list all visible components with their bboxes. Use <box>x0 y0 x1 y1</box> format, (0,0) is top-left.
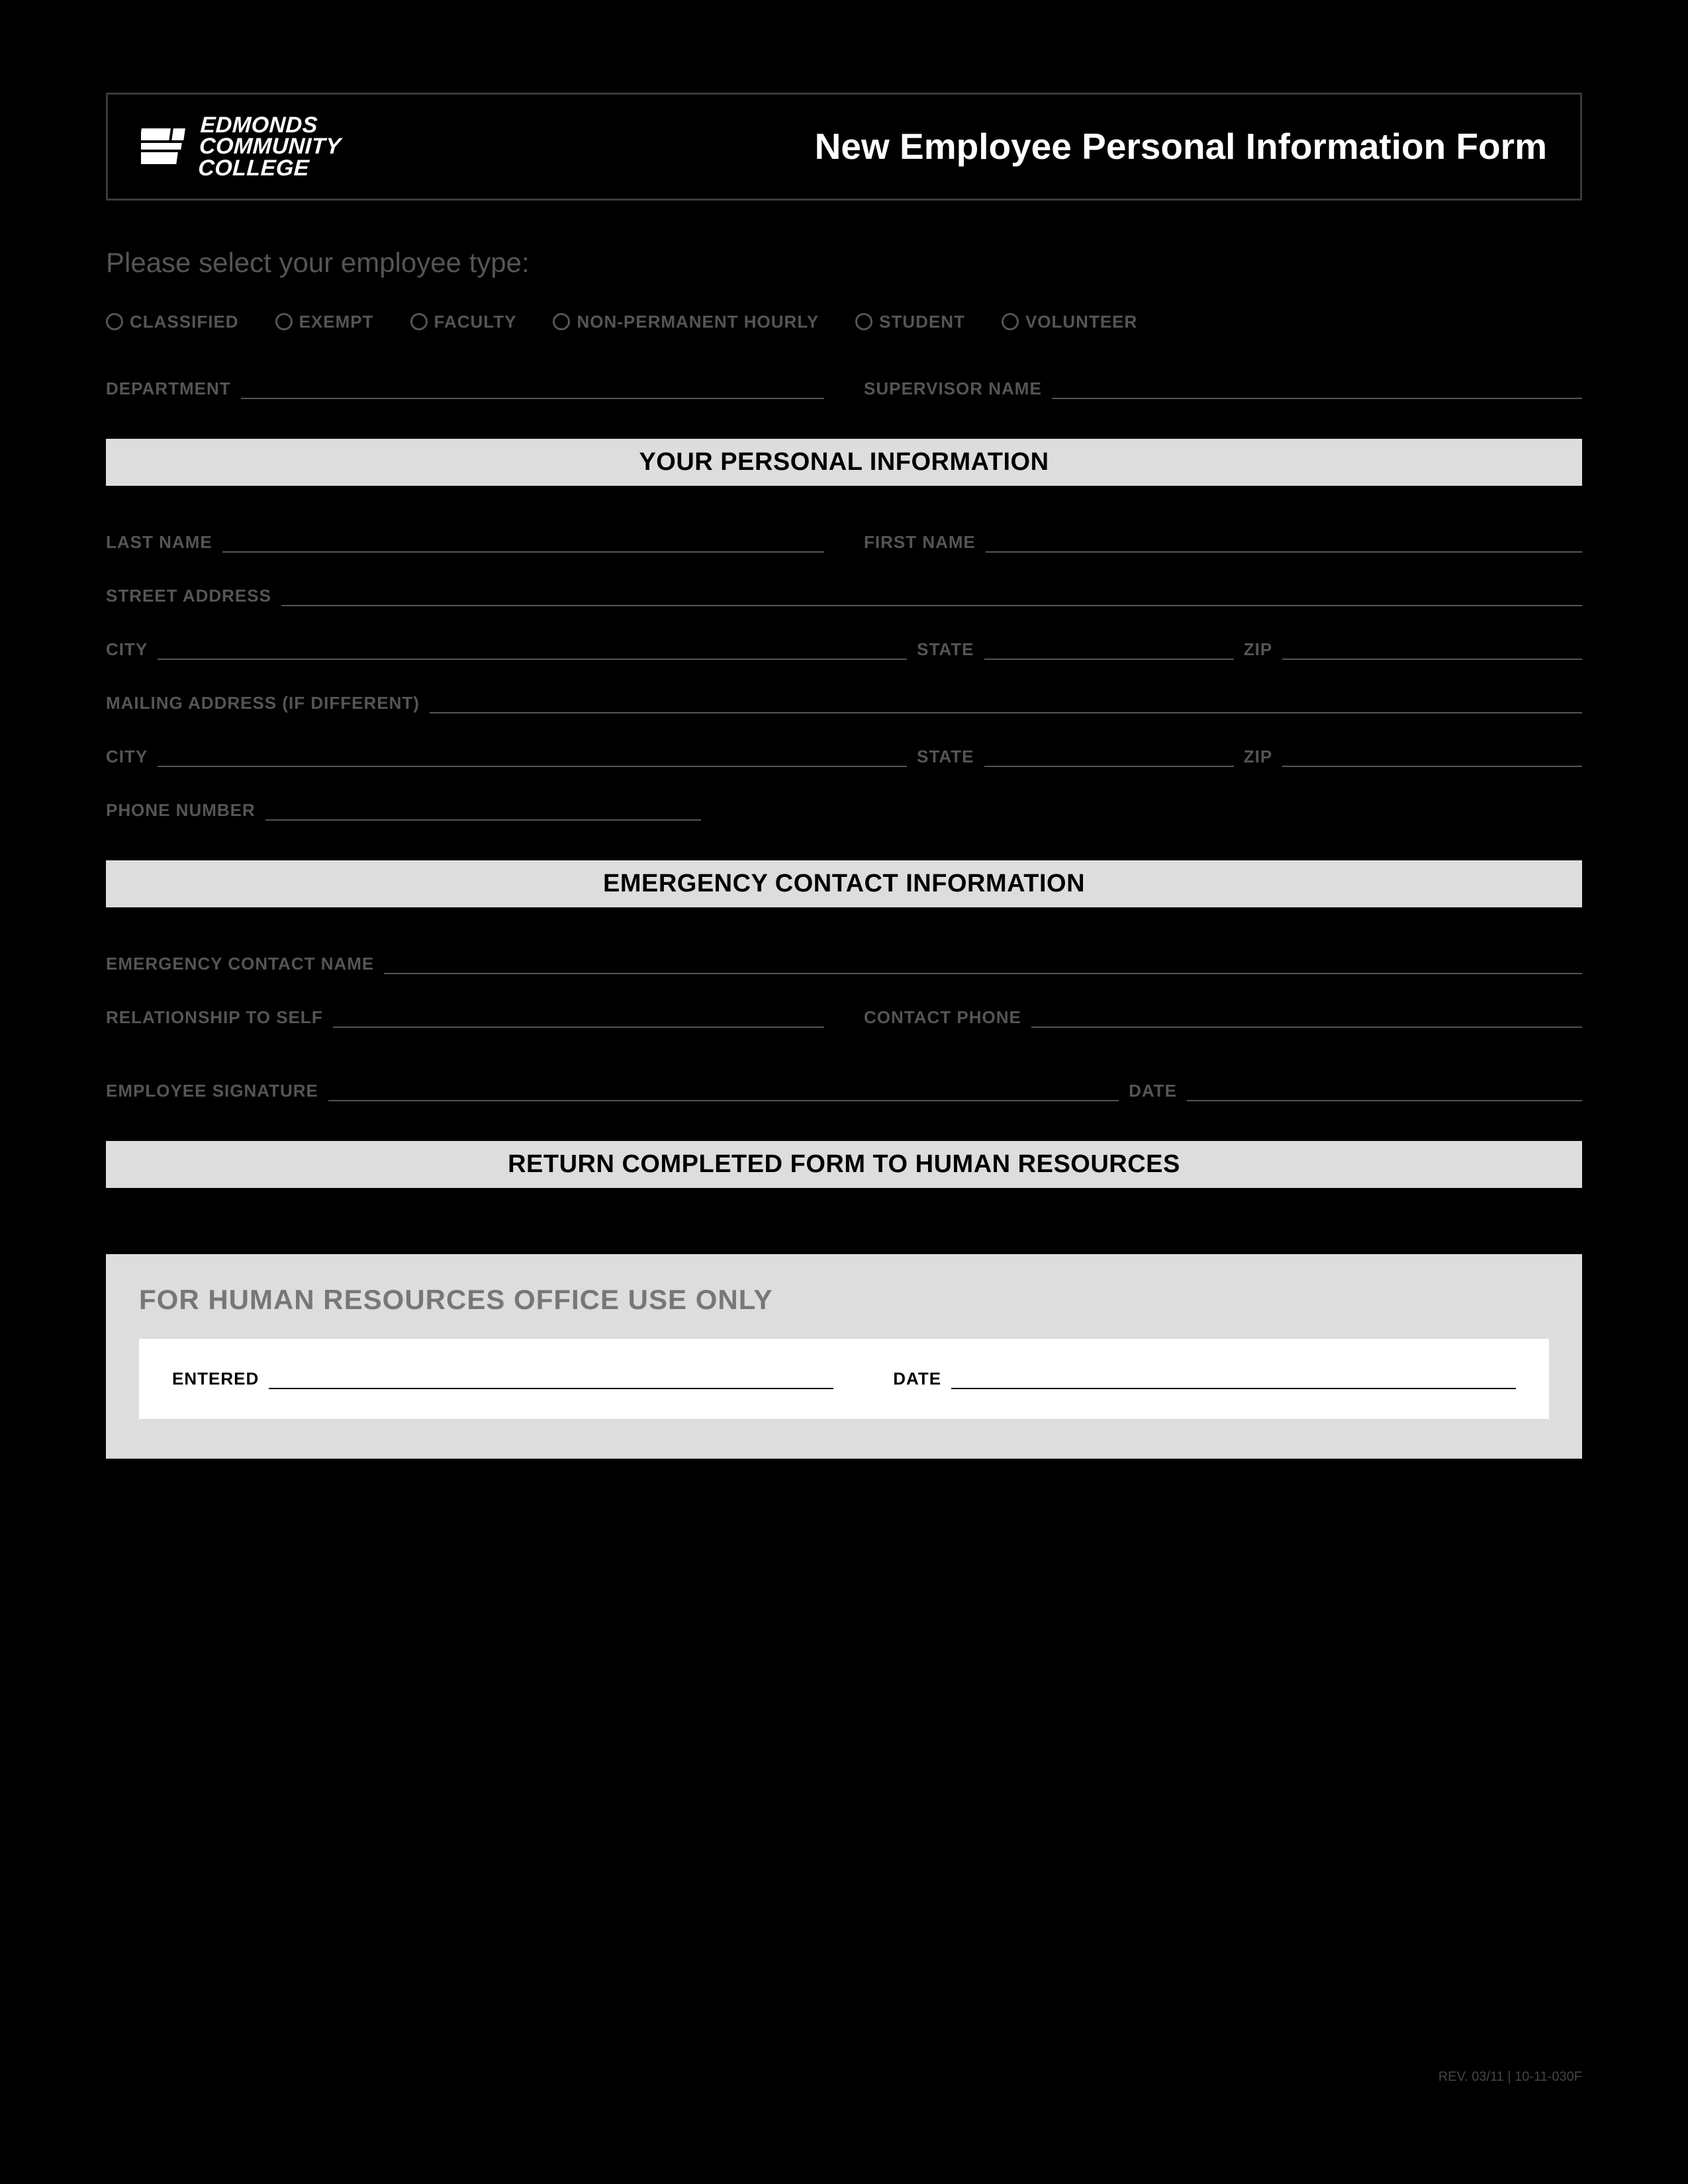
input-phone[interactable] <box>265 803 701 821</box>
revision-footer: REV. 03/11 | 10-11-030F <box>1438 2070 1582 2085</box>
radio-label: VOLUNTEER <box>1025 312 1137 332</box>
input-first-name[interactable] <box>986 535 1582 553</box>
org-line2: COMMUNITY <box>199 136 342 157</box>
label-department: DEPARTMENT <box>106 379 231 399</box>
org-name: EDMONDS COMMUNITY COLLEGE <box>197 114 342 179</box>
input-city2[interactable] <box>158 750 907 767</box>
section-emergency: EMERGENCY CONTACT INFORMATION <box>106 860 1582 907</box>
radio-student[interactable]: STUDENT <box>855 312 965 332</box>
header-banner: EDMONDS COMMUNITY COLLEGE New Employee P… <box>106 93 1582 201</box>
section-personal-info: YOUR PERSONAL INFORMATION <box>106 439 1582 486</box>
input-signature[interactable] <box>328 1084 1119 1101</box>
input-emergency-name[interactable] <box>384 957 1582 974</box>
form-title: New Employee Personal Information Form <box>815 125 1547 167</box>
radio-icon <box>106 313 123 330</box>
label-date: DATE <box>1129 1081 1177 1101</box>
employee-type-options: CLASSIFIED EXEMPT FACULTY NON-PERMANENT … <box>106 312 1582 332</box>
input-contact-phone[interactable] <box>1031 1011 1582 1028</box>
org-line3: COLLEGE <box>197 158 340 179</box>
hr-use-only-box: FOR HUMAN RESOURCES OFFICE USE ONLY ENTE… <box>106 1254 1582 1459</box>
label-phone: PHONE NUMBER <box>106 800 256 821</box>
input-hr-date[interactable] <box>951 1372 1516 1389</box>
label-state: STATE <box>917 639 974 660</box>
radio-icon <box>553 313 570 330</box>
label-signature: EMPLOYEE SIGNATURE <box>106 1081 318 1101</box>
label-last-name: LAST NAME <box>106 532 212 553</box>
label-hr-date: DATE <box>893 1369 941 1389</box>
input-entered[interactable] <box>269 1372 833 1389</box>
radio-icon <box>410 313 428 330</box>
input-department[interactable] <box>241 382 824 399</box>
radio-icon <box>855 313 872 330</box>
logo-icon <box>141 123 187 169</box>
input-date[interactable] <box>1187 1084 1582 1101</box>
label-entered: ENTERED <box>172 1369 259 1389</box>
radio-label: EXEMPT <box>299 312 374 332</box>
radio-label: CLASSIFIED <box>130 312 239 332</box>
label-supervisor: SUPERVISOR NAME <box>864 379 1042 399</box>
radio-label: STUDENT <box>879 312 965 332</box>
hr-inner: ENTERED DATE <box>139 1339 1549 1419</box>
label-contact-phone: CONTACT PHONE <box>864 1007 1021 1028</box>
input-relationship[interactable] <box>333 1011 824 1028</box>
input-zip[interactable] <box>1282 643 1582 660</box>
org-line1: EDMONDS <box>200 114 343 136</box>
radio-faculty[interactable]: FACULTY <box>410 312 517 332</box>
label-emergency-name: EMERGENCY CONTACT NAME <box>106 954 374 974</box>
radio-icon <box>275 313 293 330</box>
section-return: RETURN COMPLETED FORM TO HUMAN RESOURCES <box>106 1141 1582 1188</box>
input-supervisor[interactable] <box>1052 382 1582 399</box>
input-street[interactable] <box>281 589 1582 606</box>
input-city[interactable] <box>158 643 907 660</box>
radio-volunteer[interactable]: VOLUNTEER <box>1002 312 1137 332</box>
label-zip: ZIP <box>1244 639 1272 660</box>
intro-text: Please select your employee type: <box>106 247 1582 279</box>
label-state2: STATE <box>917 747 974 767</box>
label-mailing: MAILING ADDRESS (IF DIFFERENT) <box>106 693 420 713</box>
radio-label: FACULTY <box>434 312 517 332</box>
input-state2[interactable] <box>984 750 1234 767</box>
radio-non-permanent-hourly[interactable]: NON-PERMANENT HOURLY <box>553 312 819 332</box>
radio-label: NON-PERMANENT HOURLY <box>577 312 819 332</box>
input-zip2[interactable] <box>1282 750 1582 767</box>
radio-icon <box>1002 313 1019 330</box>
label-city2: CITY <box>106 747 148 767</box>
label-city: CITY <box>106 639 148 660</box>
input-mailing[interactable] <box>430 696 1582 713</box>
input-last-name[interactable] <box>222 535 824 553</box>
label-zip2: ZIP <box>1244 747 1272 767</box>
label-street: STREET ADDRESS <box>106 586 271 606</box>
radio-classified[interactable]: CLASSIFIED <box>106 312 239 332</box>
label-first-name: FIRST NAME <box>864 532 976 553</box>
label-relationship: RELATIONSHIP TO SELF <box>106 1007 323 1028</box>
hr-title: FOR HUMAN RESOURCES OFFICE USE ONLY <box>139 1284 1549 1316</box>
radio-exempt[interactable]: EXEMPT <box>275 312 374 332</box>
org-logo: EDMONDS COMMUNITY COLLEGE <box>141 114 341 179</box>
input-state[interactable] <box>984 643 1234 660</box>
